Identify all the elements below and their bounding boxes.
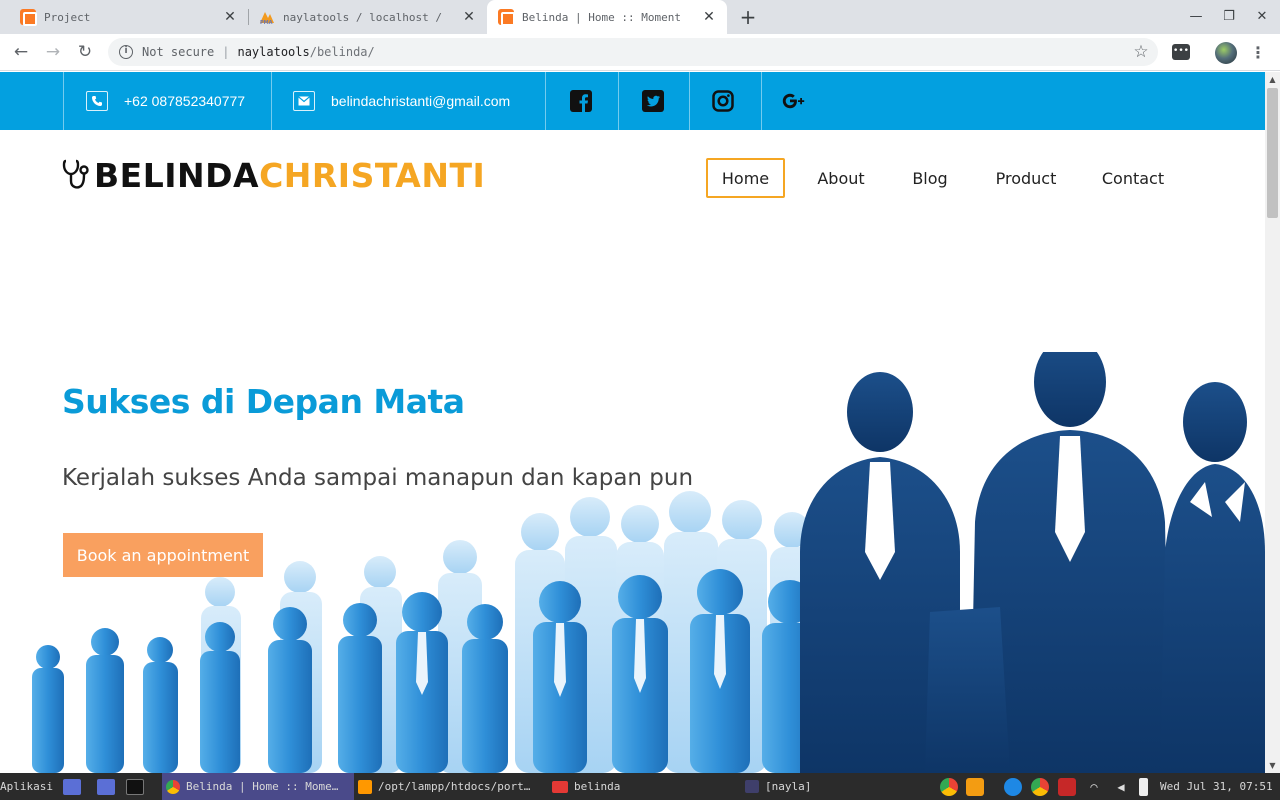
applications-menu[interactable]: Aplikasi: [0, 773, 60, 800]
back-button[interactable]: ←: [8, 39, 34, 65]
browser-tab-project[interactable]: Project ✕: [0, 0, 248, 34]
browser-tab-strip: Project ✕ PMA naylatools / localhost / ✕…: [0, 0, 1280, 34]
volume-icon[interactable]: ◀: [1112, 778, 1130, 796]
svg-text:PMA: PMA: [260, 20, 273, 25]
phone-contact[interactable]: +62 087852340777: [86, 72, 245, 130]
twitter-link[interactable]: [618, 72, 688, 130]
extension-icon[interactable]: •••: [1172, 44, 1190, 60]
terminal-icon[interactable]: [126, 773, 154, 800]
chrome-icon: [166, 779, 180, 794]
nav-contact[interactable]: Contact: [1090, 158, 1176, 198]
xampp-icon: [498, 9, 515, 26]
address-bar[interactable]: i Not secure | naylatools/belinda/: [108, 38, 1158, 66]
os-taskbar: Aplikasi Belinda | Home :: Mome… /opt/la…: [0, 773, 1280, 800]
url-path: /belinda/: [309, 45, 375, 59]
browser-toolbar: ← → ↻ i Not secure | naylatools/belinda/…: [0, 34, 1280, 71]
browser-tab-phpmyadmin[interactable]: PMA naylatools / localhost / ✕: [249, 0, 487, 34]
taskbar-item-folder[interactable]: belinda: [552, 773, 742, 800]
stethoscope-icon: [62, 159, 89, 189]
nav-product[interactable]: Product: [982, 158, 1070, 198]
chrome-tray-icon[interactable]: [940, 778, 958, 796]
profile-avatar[interactable]: [1215, 42, 1237, 64]
security-label: Not secure: [142, 45, 215, 59]
sublime-icon: [358, 779, 372, 794]
phone-number: +62 087852340777: [124, 93, 246, 109]
divider: [271, 72, 272, 130]
close-icon[interactable]: ✕: [222, 9, 238, 25]
tab-title: Project: [44, 10, 91, 24]
restore-button[interactable]: ❐: [1218, 6, 1240, 28]
google-plus-link[interactable]: [760, 72, 830, 130]
logo-first-name: BELINDA: [94, 156, 260, 195]
close-icon[interactable]: ✕: [701, 9, 717, 25]
close-icon[interactable]: ✕: [461, 9, 477, 25]
nav-home[interactable]: Home: [706, 158, 785, 198]
workspace-icon[interactable]: [63, 773, 91, 800]
info-icon[interactable]: i: [119, 45, 133, 59]
folder-icon: [552, 780, 568, 793]
envelope-icon: [293, 91, 315, 111]
browser-tab-belinda[interactable]: Belinda | Home :: Moment ✕: [487, 0, 727, 34]
email-address: belindachristanti@gmail.com: [331, 93, 511, 109]
phpmyadmin-icon: PMA: [259, 9, 275, 26]
hero-subtitle: Kerjalah sukses Anda sampai manapun dan …: [62, 465, 694, 491]
taskbar-item-label: /opt/lampp/htdocs/port…: [378, 780, 531, 793]
clock[interactable]: Wed Jul 31, 07:51: [1160, 773, 1280, 800]
tab-title: Belinda | Home :: Moment: [522, 10, 681, 24]
divider: [63, 72, 64, 130]
wifi-icon[interactable]: ◠: [1085, 778, 1103, 796]
taskbar-item-label: belinda: [574, 780, 621, 793]
nav-blog[interactable]: Blog: [896, 158, 964, 198]
browser-menu-icon[interactable]: ⋮: [1250, 34, 1266, 71]
forward-button[interactable]: →: [40, 39, 66, 65]
google-plus-icon: [782, 93, 805, 109]
facebook-icon: [570, 90, 592, 112]
taskbar-item-terminal[interactable]: [nayla]: [745, 773, 925, 800]
scroll-down-icon[interactable]: ▼: [1265, 758, 1280, 773]
phone-icon: [86, 91, 108, 111]
new-tab-button[interactable]: +: [736, 5, 760, 29]
taskbar-item-label: Belinda | Home :: Mome…: [186, 780, 339, 793]
window-close-button[interactable]: ✕: [1251, 6, 1273, 28]
nav-about[interactable]: About: [805, 158, 877, 198]
sublime-tray-icon[interactable]: [966, 778, 984, 796]
scroll-thumb[interactable]: [1267, 88, 1278, 218]
twitter-icon: [642, 90, 664, 112]
facebook-link[interactable]: [546, 72, 616, 130]
email-contact[interactable]: belindachristanti@gmail.com: [293, 72, 510, 130]
url-host: naylatools: [237, 45, 310, 59]
file-manager-icon[interactable]: [97, 773, 125, 800]
xampp-icon: [20, 9, 37, 26]
shield-icon[interactable]: [1058, 778, 1076, 796]
instagram-icon: [712, 90, 734, 112]
logo-last-name: CHRISTANTI: [259, 156, 486, 195]
contact-bar: +62 087852340777 belindachristanti@gmail…: [0, 72, 1265, 130]
book-appointment-button[interactable]: Book an appointment: [63, 533, 263, 577]
taskbar-item-editor[interactable]: /opt/lampp/htdocs/port…: [358, 773, 548, 800]
chrome-tray-icon[interactable]: [1031, 778, 1049, 796]
hero-title: Sukses di Depan Mata: [62, 382, 465, 421]
terminal-icon: [745, 780, 759, 793]
page-scrollbar[interactable]: ▲ ▼: [1265, 72, 1280, 773]
instagram-link[interactable]: [688, 72, 758, 130]
taskbar-item-label: [nayla]: [765, 780, 812, 793]
scroll-up-icon[interactable]: ▲: [1265, 72, 1280, 87]
divider: |: [222, 45, 230, 59]
bluetooth-icon[interactable]: [1004, 778, 1022, 796]
reload-button[interactable]: ↻: [72, 39, 98, 65]
taskbar-item-browser[interactable]: Belinda | Home :: Mome…: [162, 773, 354, 800]
site-logo[interactable]: BELINDACHRISTANTI: [62, 156, 485, 196]
page-viewport: +62 087852340777 belindachristanti@gmail…: [0, 72, 1265, 773]
tab-title: naylatools / localhost /: [283, 10, 442, 24]
battery-icon[interactable]: [1139, 778, 1148, 796]
logo-text: BELINDACHRISTANTI: [94, 156, 485, 196]
minimize-button[interactable]: —: [1185, 6, 1207, 28]
bookmark-star-icon[interactable]: ☆: [1130, 34, 1152, 71]
